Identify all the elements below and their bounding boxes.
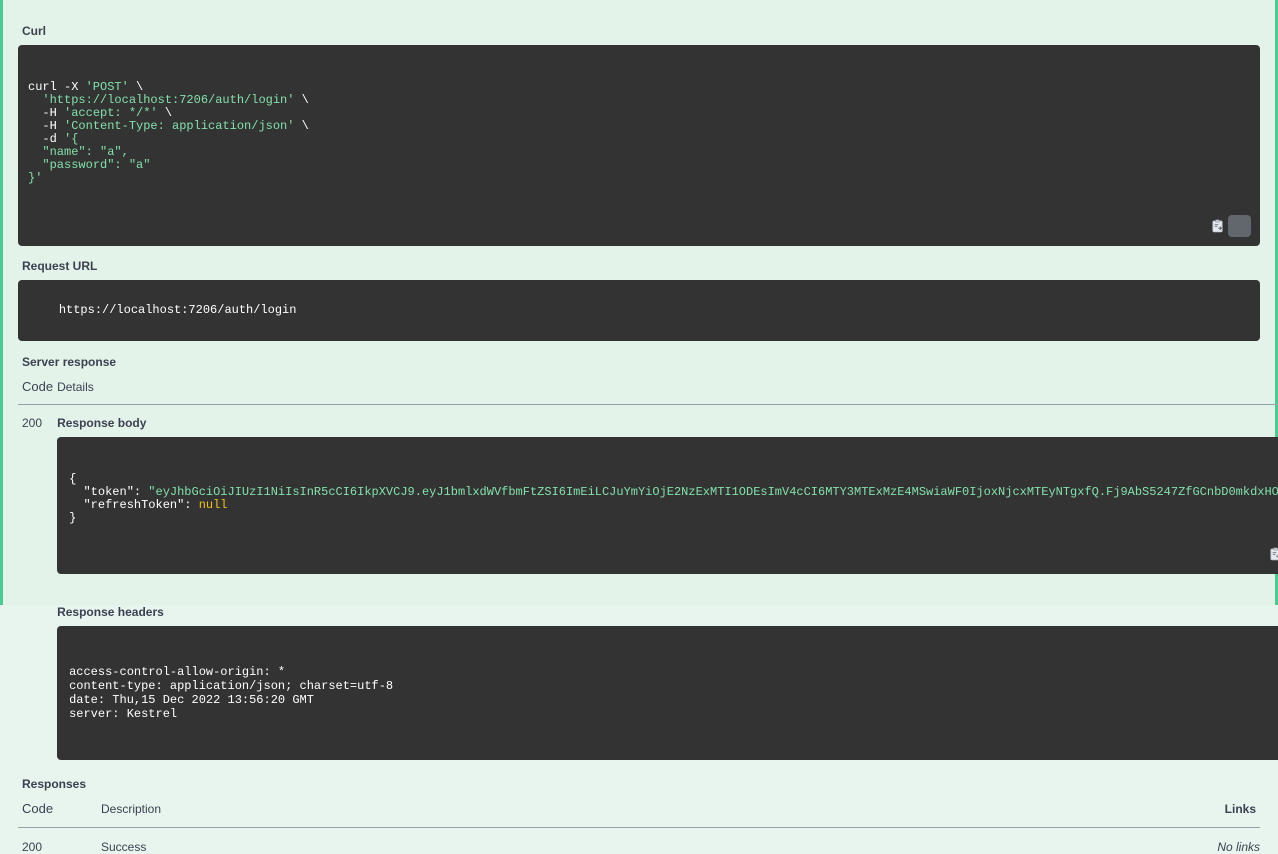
server-response-row: 200 Response body { "token": "eyJhbGciOi… <box>18 405 1278 761</box>
request-url-block: https://localhost:7206/auth/login <box>18 280 1260 341</box>
column-header-links: Links <box>770 801 1260 828</box>
code-token: \ <box>294 119 308 133</box>
code-token: "token": <box>69 485 148 499</box>
code-token: }' <box>28 171 42 185</box>
code-token: -H <box>28 119 64 133</box>
response-code: 200 <box>18 828 97 854</box>
server-response-table: Code Details 200 Response body { "token"… <box>18 379 1278 760</box>
responses-header-row: Code Description Links <box>18 801 1260 828</box>
code-token: "refreshToken": <box>69 498 199 512</box>
code-token: null <box>199 498 228 512</box>
code-token: "password": "a" <box>42 158 150 172</box>
code-token: \ <box>129 80 143 94</box>
code-token <box>28 158 42 172</box>
request-url-value: https://localhost:7206/auth/login <box>59 303 297 317</box>
request-url-label: Request URL <box>18 246 1260 280</box>
code-token: \ <box>294 93 308 107</box>
response-header-line: content-type: application/json; charset=… <box>69 679 1278 693</box>
code-token: curl -X <box>28 80 86 94</box>
responses-table: Code Description Links 200SuccessNo link… <box>18 801 1260 854</box>
code-line: }' <box>28 172 1250 185</box>
curl-code-block[interactable]: curl -X 'POST' \ 'https://localhost:7206… <box>18 45 1260 246</box>
clipboard-copy-icon <box>1269 521 1278 575</box>
column-header-code: Code <box>18 801 97 828</box>
response-body-text: { "token": "eyJhbGciOiJIUzI1NiIsInR5cCI6… <box>69 473 1278 525</box>
response-description: Success <box>97 828 770 854</box>
code-token: 'POST' <box>86 80 129 94</box>
code-token: 'Content-Type: application/json' <box>64 119 294 133</box>
code-line: "refreshToken": null <box>69 499 1278 512</box>
server-response-details: Response body { "token": "eyJhbGciOiJIUz… <box>53 405 1278 761</box>
code-line: -d '{ <box>28 133 1250 146</box>
code-token: -H <box>28 106 64 120</box>
curl-code-text: curl -X 'POST' \ 'https://localhost:7206… <box>28 81 1250 185</box>
code-token: "eyJhbGciOiJIUzI1NiIsInR5cCI6IkpXVCJ9.ey… <box>148 485 1278 499</box>
server-response-code: 200 <box>18 405 53 761</box>
response-links: No links <box>770 828 1260 854</box>
code-token: -d <box>28 132 64 146</box>
code-line: -H 'Content-Type: application/json' \ <box>28 120 1250 133</box>
response-body-block[interactable]: { "token": "eyJhbGciOiJIUzI1NiIsInR5cCI6… <box>57 437 1278 574</box>
code-token: \ <box>158 106 172 120</box>
response-body-label: Response body <box>57 416 1278 437</box>
code-token <box>28 93 42 107</box>
response-headers-text: access-control-allow-origin: *content-ty… <box>69 665 1278 721</box>
response-header-line: access-control-allow-origin: * <box>69 665 1278 679</box>
code-line: "name": "a", <box>28 146 1250 159</box>
response-header-line: date: Thu,15 Dec 2022 13:56:20 GMT <box>69 693 1278 707</box>
server-response-header-row: Code Details <box>18 379 1278 405</box>
code-line: 'https://localhost:7206/auth/login' \ <box>28 94 1250 107</box>
response-header-line: server: Kestrel <box>69 707 1278 721</box>
clipboard-copy-icon <box>1211 193 1260 246</box>
curl-copy-button[interactable] <box>1228 215 1251 237</box>
code-token: 'https://localhost:7206/auth/login' <box>42 93 294 107</box>
code-token: { <box>69 472 76 486</box>
column-header-code: Code <box>18 379 53 405</box>
code-line: } <box>69 512 1278 525</box>
table-row: 200SuccessNo links <box>18 828 1260 854</box>
code-token: 'accept: */*' <box>64 106 158 120</box>
column-header-description: Description <box>97 801 770 828</box>
code-token: } <box>69 511 76 525</box>
curl-label: Curl <box>18 0 1260 45</box>
code-token <box>28 145 42 159</box>
code-line: "password": "a" <box>28 159 1250 172</box>
code-line: "token": "eyJhbGciOiJIUzI1NiIsInR5cCI6Ik… <box>69 486 1278 499</box>
column-header-details: Details <box>53 379 1278 405</box>
swagger-try-it-out-panel: Curl curl -X 'POST' \ 'https://localhost… <box>0 0 1278 605</box>
code-token: '{ <box>64 132 78 146</box>
response-headers-block: access-control-allow-origin: *content-ty… <box>57 626 1278 760</box>
code-token: "name": "a", <box>42 145 128 159</box>
responses-label: Responses <box>18 760 1260 791</box>
server-response-label: Server response <box>18 341 1260 369</box>
response-headers-label: Response headers <box>57 574 1278 626</box>
